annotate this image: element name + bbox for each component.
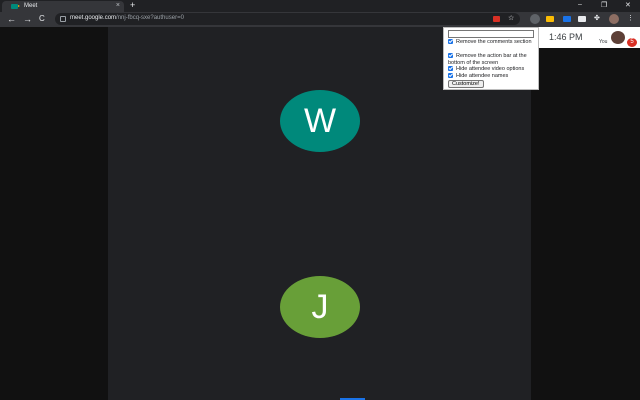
tab-title: Meet bbox=[24, 3, 38, 9]
option-remove-comments-label: Remove the comments section bbox=[456, 39, 532, 45]
option-hide-names[interactable]: Hide attendee names bbox=[448, 73, 538, 80]
customize-button[interactable]: Customize! bbox=[448, 80, 484, 88]
browser-toolbar: ← → C meet.google.com/nnj-fbcq-sxe?authu… bbox=[0, 12, 640, 27]
option-remove-action-bar[interactable]: Remove the action bar at the bottom of t… bbox=[448, 53, 538, 66]
right-panel bbox=[531, 27, 640, 400]
new-tab-button[interactable]: + bbox=[130, 0, 135, 10]
option-hide-video-options[interactable]: Hide attendee video options bbox=[448, 66, 538, 73]
star-icon[interactable]: ☆ bbox=[508, 14, 514, 22]
checkbox-remove-action-bar[interactable] bbox=[448, 53, 453, 59]
checkbox-hide-video-options[interactable] bbox=[448, 66, 453, 72]
option-remove-action-bar-label: Remove the action bar at the bottom of t… bbox=[448, 53, 527, 66]
minimize-button[interactable]: – bbox=[578, 1, 582, 8]
notification-badge[interactable]: 5 bbox=[627, 38, 637, 47]
extension-active-icon[interactable] bbox=[530, 14, 540, 24]
popup-text-input[interactable] bbox=[448, 30, 534, 38]
reload-button[interactable]: C bbox=[39, 14, 45, 23]
restore-button[interactable]: ❐ bbox=[601, 1, 607, 9]
extension-popup: Remove the comments section Remove the a… bbox=[443, 27, 539, 90]
participant-avatar-w: W bbox=[280, 90, 360, 152]
extension-gray-icon[interactable] bbox=[578, 16, 586, 22]
extensions-puzzle-icon[interactable]: ✤ bbox=[594, 14, 600, 22]
url-path: /nnj-fbcq-sxe?authuser=0 bbox=[116, 15, 184, 21]
tab-close-icon[interactable]: × bbox=[116, 2, 120, 9]
tab-meet[interactable]: Meet × bbox=[2, 1, 124, 12]
meet-favicon-icon bbox=[11, 4, 20, 9]
left-panel bbox=[0, 27, 108, 400]
checkbox-hide-names[interactable] bbox=[448, 73, 453, 79]
extension-blue-icon[interactable] bbox=[563, 16, 571, 22]
address-bar[interactable]: meet.google.com/nnj-fbcq-sxe?authuser=0 … bbox=[55, 13, 520, 25]
self-label: You bbox=[599, 39, 608, 45]
option-remove-comments[interactable]: Remove the comments section bbox=[448, 39, 538, 46]
meet-top-bar: 1:46 PM You 5 bbox=[538, 27, 640, 48]
tab-strip: Meet × + – ❐ ✕ bbox=[0, 0, 640, 12]
back-button[interactable]: ← bbox=[7, 14, 16, 24]
profile-avatar-icon[interactable] bbox=[609, 14, 619, 24]
self-avatar[interactable] bbox=[611, 31, 625, 44]
url-host: meet.google.com bbox=[70, 15, 117, 21]
close-window-button[interactable]: ✕ bbox=[625, 1, 631, 9]
camera-blocked-icon[interactable] bbox=[493, 16, 500, 22]
menu-icon[interactable]: ⋮ bbox=[627, 14, 634, 22]
url-text: meet.google.com/nnj-fbcq-sxe?authuser=0 bbox=[70, 15, 184, 21]
meet-page: W J bbox=[0, 27, 640, 400]
option-hide-video-options-label: Hide attendee video options bbox=[456, 66, 525, 72]
participant-avatar-j: J bbox=[280, 276, 360, 338]
meeting-time: 1:46 PM bbox=[549, 32, 583, 42]
lock-icon bbox=[60, 16, 66, 22]
checkbox-remove-comments[interactable] bbox=[448, 39, 453, 45]
option-hide-names-label: Hide attendee names bbox=[456, 73, 509, 79]
extension-yellow-icon[interactable] bbox=[546, 16, 554, 22]
forward-button[interactable]: → bbox=[23, 14, 32, 24]
